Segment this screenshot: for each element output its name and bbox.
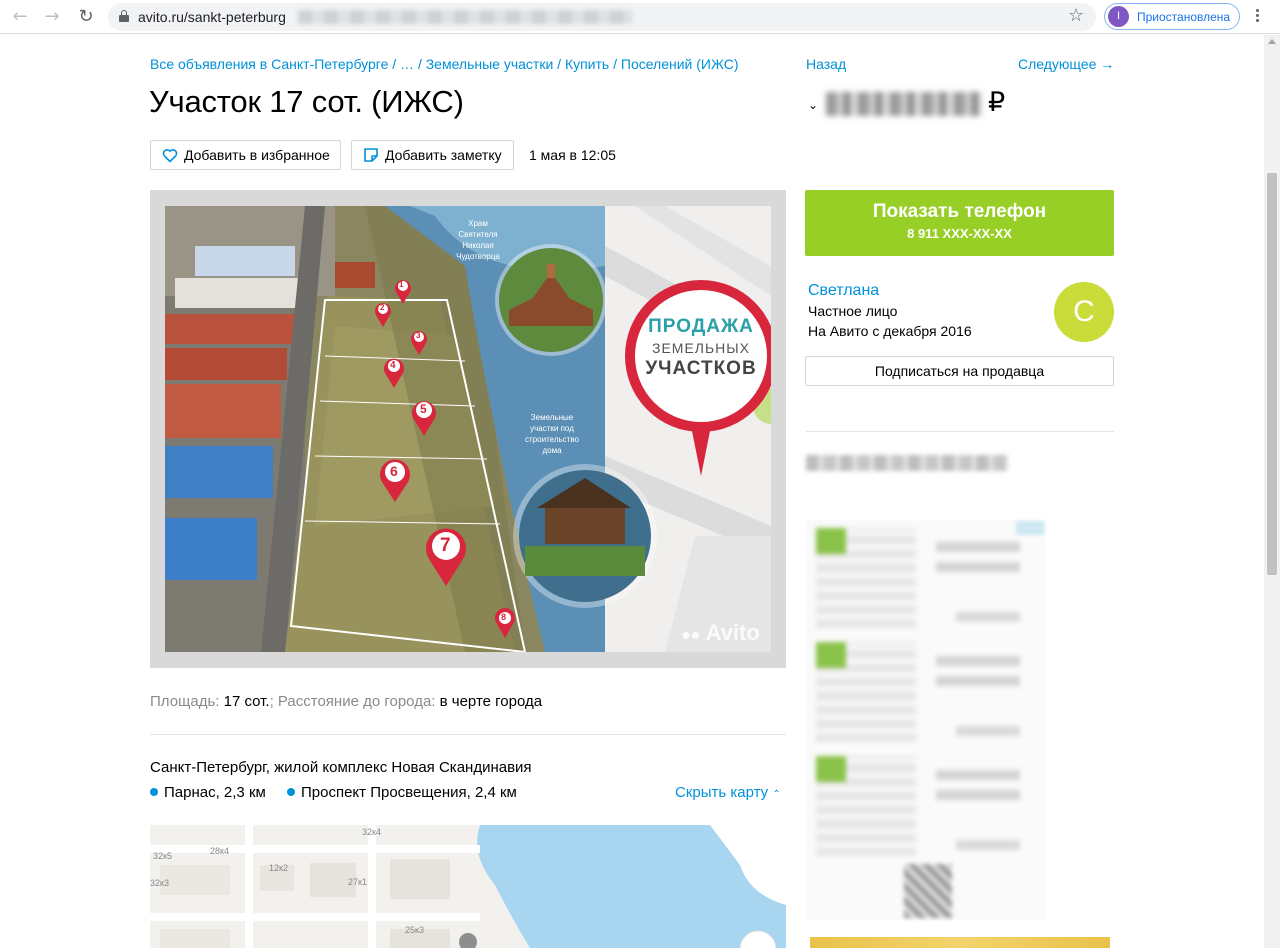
photo-gallery[interactable]: Храм Святителя Николая Чудотворца Земель… [150, 190, 786, 668]
add-note-button[interactable]: Добавить заметку [351, 140, 514, 170]
ad-qr-redacted [904, 864, 952, 918]
watermark-dots-icon: ●● [681, 627, 701, 644]
redacted-text [806, 455, 1008, 471]
marker-7: 7 [440, 535, 451, 556]
metro-station: Парнас, 2,3 км [150, 784, 266, 801]
map-label: 32к3 [150, 878, 169, 888]
ad-text-redacted [936, 652, 1020, 686]
area-label: Площадь: [150, 693, 220, 710]
next-link[interactable]: Следующее → [1018, 56, 1114, 72]
add-to-favorites-label: Добавить в избранное [184, 147, 330, 163]
ad-text-redacted [936, 766, 1020, 800]
bookmark-star-icon[interactable]: ☆ [1068, 5, 1084, 26]
map-label: 12к2 [269, 863, 288, 873]
back-arrow-icon[interactable]: ← [8, 5, 32, 29]
publish-date: 1 мая в 12:05 [529, 147, 616, 163]
map-label: 27к1 [348, 877, 367, 887]
marker-6: 6 [390, 463, 398, 479]
seller-type: Частное лицо [808, 303, 898, 319]
seller-name-link[interactable]: Светлана [808, 282, 879, 300]
menu-kebab-icon[interactable] [1252, 7, 1262, 27]
hide-map-link[interactable]: Скрыть карту ⌃ [675, 784, 781, 801]
heart-icon [162, 148, 178, 162]
scroll-up-arrow-icon[interactable] [1268, 39, 1276, 44]
profile-button[interactable]: I Приостановлена [1104, 3, 1240, 30]
forward-arrow-icon[interactable]: → [40, 5, 64, 29]
metro-dot-icon [287, 788, 295, 796]
page-scrollbar[interactable] [1264, 35, 1280, 948]
metro-station: Проспект Просвещения, 2,4 км [287, 784, 517, 801]
metro-dot-icon [150, 788, 158, 796]
marker-8: 8 [501, 612, 507, 622]
aerial-photo-illustration [165, 206, 771, 652]
marker-2: 2 [380, 303, 385, 312]
ad-thumbnail [816, 642, 916, 742]
note-icon [364, 148, 378, 162]
avito-watermark: ●● Avito [681, 620, 760, 645]
address: Санкт-Петербург, жилой комплекс Новая Ск… [150, 759, 532, 776]
reload-icon[interactable]: ↻ [74, 5, 98, 29]
divider [806, 431, 1114, 432]
seller-avatar[interactable]: С [1054, 282, 1114, 342]
lock-icon [119, 10, 129, 22]
listing-params: Площадь: 17 сот.; Расстояние до города: … [150, 693, 542, 710]
ad-meta-redacted [956, 612, 1020, 622]
ad-banner[interactable] [810, 937, 1110, 948]
params-separator: ; [269, 693, 274, 710]
map-label: 28к4 [210, 846, 229, 856]
ad-thumbnail [816, 528, 916, 628]
map[interactable]: 32к4 32к5 28к4 12к2 27к1 32к3 25к3 [150, 825, 786, 948]
back-link[interactable]: Назад [806, 56, 846, 72]
marker-5: 5 [420, 402, 427, 416]
ad-thumbnail [816, 756, 916, 856]
breadcrumb[interactable]: Все объявления в Санкт-Петербурге / … / … [150, 56, 739, 72]
map-label: 32к5 [153, 851, 172, 861]
church-caption: Храм Святителя Николая Чудотворца [456, 219, 500, 261]
masked-phone: 8 911 XXX-XX-XX [907, 226, 1012, 241]
seller-since: На Авито с декабря 2016 [808, 323, 972, 339]
listing-photo[interactable]: Храм Святителя Николая Чудотворца Земель… [165, 206, 771, 652]
map-label: 32к4 [362, 827, 381, 837]
marker-1: 1 [399, 280, 404, 289]
ad-meta-redacted [956, 726, 1020, 736]
chevron-up-icon: ⌃ [772, 789, 781, 800]
marker-4: 4 [390, 360, 396, 371]
ad-text-redacted [936, 538, 1020, 572]
ad-item[interactable] [810, 750, 1042, 858]
url-redacted [298, 10, 633, 24]
marker-3: 3 [416, 331, 421, 340]
plots-caption: Земельные участки под строительство дома [525, 413, 579, 455]
show-phone-button[interactable]: Показать телефон 8 911 XXX-XX-XX [805, 190, 1114, 256]
price-dropdown-chevron-icon[interactable]: ⌄ [808, 98, 818, 112]
ad-choices-icon[interactable] [1016, 521, 1044, 535]
ad-item[interactable] [810, 636, 1042, 744]
scroll-thumb[interactable] [1267, 173, 1277, 575]
divider [150, 734, 786, 735]
show-phone-label: Показать телефон [872, 201, 1047, 222]
page-title: Участок 17 сот. (ИЖС) [149, 84, 464, 119]
profile-avatar: I [1108, 6, 1129, 27]
price-redacted [826, 92, 982, 116]
ad-block[interactable] [806, 520, 1046, 920]
ad-meta-redacted [956, 840, 1020, 850]
add-to-favorites-button[interactable]: Добавить в избранное [150, 140, 341, 170]
browser-toolbar: ← → ↻ avito.ru/sankt-peterburg ☆ I Приос… [0, 0, 1280, 34]
subscribe-seller-button[interactable]: Подписаться на продавца [805, 356, 1114, 386]
add-note-label: Добавить заметку [385, 147, 502, 163]
currency-symbol: ₽ [988, 87, 1006, 117]
url-text: avito.ru/sankt-peterburg [138, 9, 286, 25]
price: ⌄ ₽ [806, 87, 1106, 118]
map-canvas [150, 825, 786, 948]
profile-status: Приостановлена [1137, 10, 1231, 24]
area-value: 17 сот. [223, 693, 270, 710]
ad-item[interactable] [810, 522, 1042, 630]
address-bar[interactable]: avito.ru/sankt-peterburg ☆ [108, 3, 1096, 31]
distance-value: в черте города [439, 693, 543, 710]
sale-badge: ПРОДАЖА ЗЕМЕЛЬНЫХ УЧАСТКОВ [645, 316, 757, 379]
distance-label: Расстояние до города: [277, 693, 436, 710]
map-label: 25к3 [405, 925, 424, 935]
